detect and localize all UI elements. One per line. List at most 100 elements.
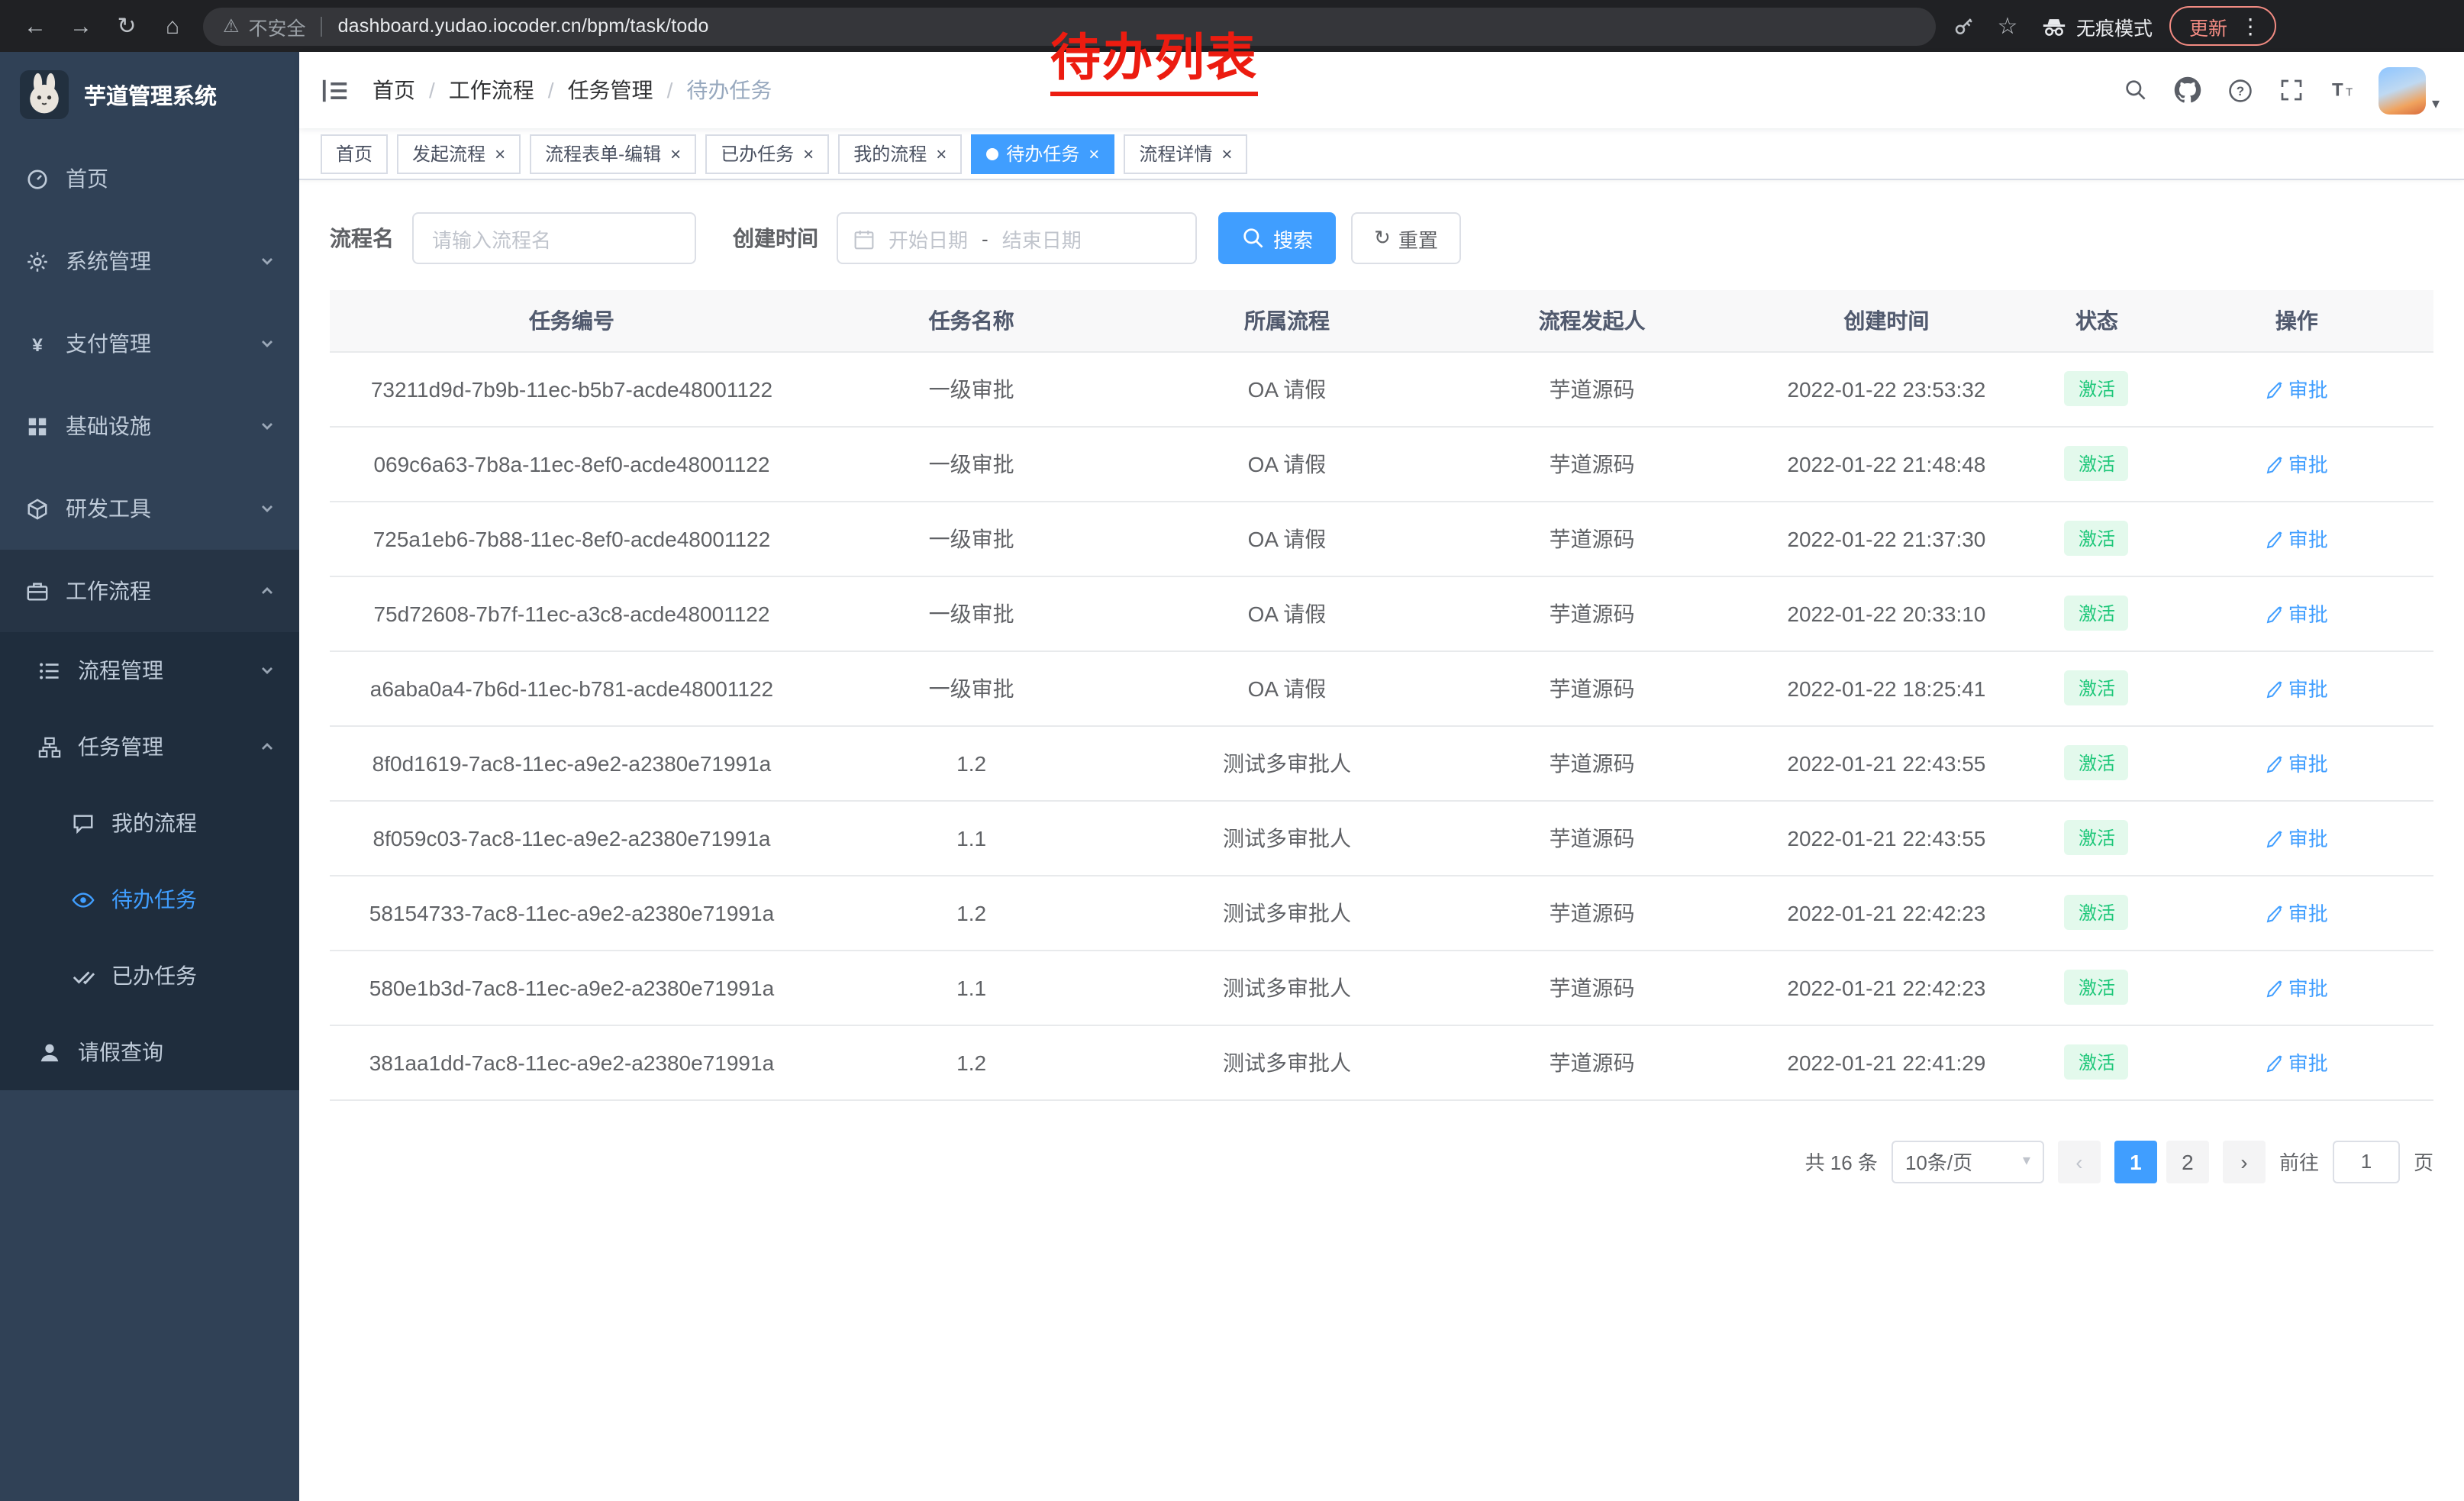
range-separator: - — [982, 227, 989, 250]
sidebar-item-system-management[interactable]: 系统管理 — [0, 220, 299, 302]
app-logo[interactable]: 芋道管理系统 — [0, 52, 299, 137]
search-icon[interactable] — [2124, 78, 2148, 102]
start-date-placeholder: 开始日期 — [889, 224, 968, 253]
cell-process: OA 请假 — [1129, 426, 1444, 501]
search-button[interactable]: 搜索 — [1218, 212, 1336, 264]
page-buttons: 12 — [2114, 1140, 2209, 1183]
kebab-menu-icon[interactable]: ⋮ — [2240, 13, 2261, 39]
star-icon[interactable]: ☆ — [1991, 12, 2024, 40]
cell-process: 测试多审批人 — [1129, 950, 1444, 1025]
cell-status: 激活 — [2033, 800, 2159, 875]
close-icon[interactable]: × — [1088, 144, 1099, 163]
breadcrumb-item[interactable]: 任务管理 — [568, 75, 653, 105]
page-button-2[interactable]: 2 — [2166, 1140, 2209, 1183]
home-icon[interactable]: ⌂ — [153, 6, 192, 46]
gear-icon — [24, 250, 50, 273]
cell-action: 审批 — [2160, 501, 2433, 576]
cell-id: 069c6a63-7b8a-11ec-8ef0-acde48001122 — [330, 426, 814, 501]
cell-action: 审批 — [2160, 426, 2433, 501]
github-icon[interactable] — [2174, 76, 2201, 104]
sidebar-item-home[interactable]: 首页 — [0, 137, 299, 220]
tab-label: 首页 — [336, 140, 373, 166]
font-size-icon[interactable]: TT — [2330, 76, 2357, 104]
close-icon[interactable]: × — [803, 144, 814, 163]
approve-link[interactable]: 审批 — [2266, 524, 2328, 553]
sidebar-item-payment-management[interactable]: ¥支付管理 — [0, 302, 299, 385]
approve-label: 审批 — [2288, 374, 2328, 403]
close-icon[interactable]: × — [936, 144, 947, 163]
tab-流程详情[interactable]: 流程详情 × — [1124, 134, 1247, 173]
cell-time: 2022-01-21 22:42:23 — [1739, 950, 2033, 1025]
sidebar-item-process-management[interactable]: 流程管理 — [0, 632, 299, 709]
chevron-down-icon — [260, 253, 275, 269]
prev-page-button[interactable]: ‹ — [2058, 1140, 2101, 1183]
date-range-picker[interactable]: 开始日期 - 结束日期 — [837, 212, 1197, 264]
incognito-icon — [2041, 13, 2067, 39]
cell-starter: 芋道源码 — [1445, 576, 1740, 650]
goto-page-input[interactable]: 1 — [2333, 1140, 2400, 1183]
user-avatar[interactable]: ▾ — [2379, 66, 2440, 114]
approve-link[interactable]: 审批 — [2266, 748, 2328, 777]
key-icon[interactable] — [1946, 15, 1980, 37]
cell-id: 8f059c03-7ac8-11ec-a9e2-a2380e71991a — [330, 800, 814, 875]
filter-bar: 流程名 请输入流程名 创建时间 开始日期 - 结束日期 搜索 — [299, 180, 2464, 290]
hamburger-icon[interactable] — [321, 76, 350, 105]
tab-首页[interactable]: 首页 — [321, 134, 388, 173]
breadcrumb-item[interactable]: 首页 — [373, 75, 415, 105]
sidebar-item-infrastructure[interactable]: 基础设施 — [0, 385, 299, 467]
tab-流程表单-编辑[interactable]: 流程表单-编辑× — [530, 134, 696, 173]
next-page-button[interactable]: › — [2223, 1140, 2266, 1183]
approve-link[interactable]: 审批 — [2266, 1047, 2328, 1077]
table-row: 725a1eb6-7b88-11ec-8ef0-acde48001122一级审批… — [330, 501, 2433, 576]
approve-link[interactable]: 审批 — [2266, 599, 2328, 628]
update-button[interactable]: 更新 ⋮ — [2169, 6, 2276, 46]
reload-icon[interactable]: ↻ — [107, 6, 147, 46]
cell-starter: 芋道源码 — [1445, 426, 1740, 501]
tab-label: 我的流程 — [853, 140, 927, 166]
page-size-select[interactable]: 10条/页 ▾ — [1892, 1140, 2044, 1183]
tab-label: 流程详情 — [1139, 140, 1212, 166]
approve-link[interactable]: 审批 — [2266, 898, 2328, 927]
reset-button[interactable]: ↻ 重置 — [1351, 212, 1461, 264]
back-icon[interactable]: ← — [15, 6, 55, 46]
tab-label: 发起流程 — [412, 140, 485, 166]
close-icon[interactable]: × — [495, 144, 505, 163]
close-icon[interactable]: × — [1221, 144, 1232, 163]
status-badge: 激活 — [2065, 446, 2129, 481]
process-name-input[interactable]: 请输入流程名 — [412, 212, 696, 264]
approve-link[interactable]: 审批 — [2266, 673, 2328, 702]
approve-link[interactable]: 审批 — [2266, 374, 2328, 403]
approve-link[interactable]: 审批 — [2266, 973, 2328, 1002]
sidebar-item-todo-task[interactable]: 待办任务 — [0, 861, 299, 938]
refresh-icon: ↻ — [1374, 226, 1391, 250]
approve-link[interactable]: 审批 — [2266, 449, 2328, 478]
sidebar-item-leave-query[interactable]: 请假查询 — [0, 1014, 299, 1090]
tab-已办任务[interactable]: 已办任务× — [705, 134, 829, 173]
sidebar-item-my-process[interactable]: 我的流程 — [0, 785, 299, 861]
sidebar-item-done-task[interactable]: 已办任务 — [0, 938, 299, 1014]
column-header: 所属流程 — [1129, 290, 1444, 351]
forward-icon[interactable]: → — [61, 6, 101, 46]
list-icon — [37, 659, 63, 682]
fullscreen-icon[interactable] — [2279, 78, 2304, 102]
cell-time: 2022-01-21 22:43:55 — [1739, 800, 2033, 875]
tab-我的流程[interactable]: 我的流程 × — [838, 134, 962, 173]
navbar-actions: ? TT — [2124, 76, 2357, 104]
tab-待办任务[interactable]: 待办任务× — [971, 134, 1114, 173]
cell-name: 1.1 — [814, 950, 1129, 1025]
page-size-value: 10条/页 — [1905, 1147, 1972, 1176]
breadcrumb-item[interactable]: 工作流程 — [449, 75, 534, 105]
approve-link[interactable]: 审批 — [2266, 823, 2328, 852]
sidebar-item-label: 待办任务 — [111, 884, 197, 915]
sidebar-item-workflow[interactable]: 工作流程 — [0, 550, 299, 632]
page-button-1[interactable]: 1 — [2114, 1140, 2157, 1183]
tab-发起流程[interactable]: 发起流程 × — [397, 134, 521, 173]
breadcrumb-separator: / — [667, 78, 673, 102]
close-icon[interactable]: × — [670, 144, 681, 163]
edit-icon — [2266, 976, 2284, 999]
reset-label: 重置 — [1398, 224, 1438, 253]
help-icon[interactable]: ? — [2227, 77, 2253, 103]
sidebar-item-task-management[interactable]: 任务管理 — [0, 709, 299, 785]
table-row: 580e1b3d-7ac8-11ec-a9e2-a2380e71991a1.1测… — [330, 950, 2433, 1025]
sidebar-item-dev-tools[interactable]: 研发工具 — [0, 467, 299, 550]
